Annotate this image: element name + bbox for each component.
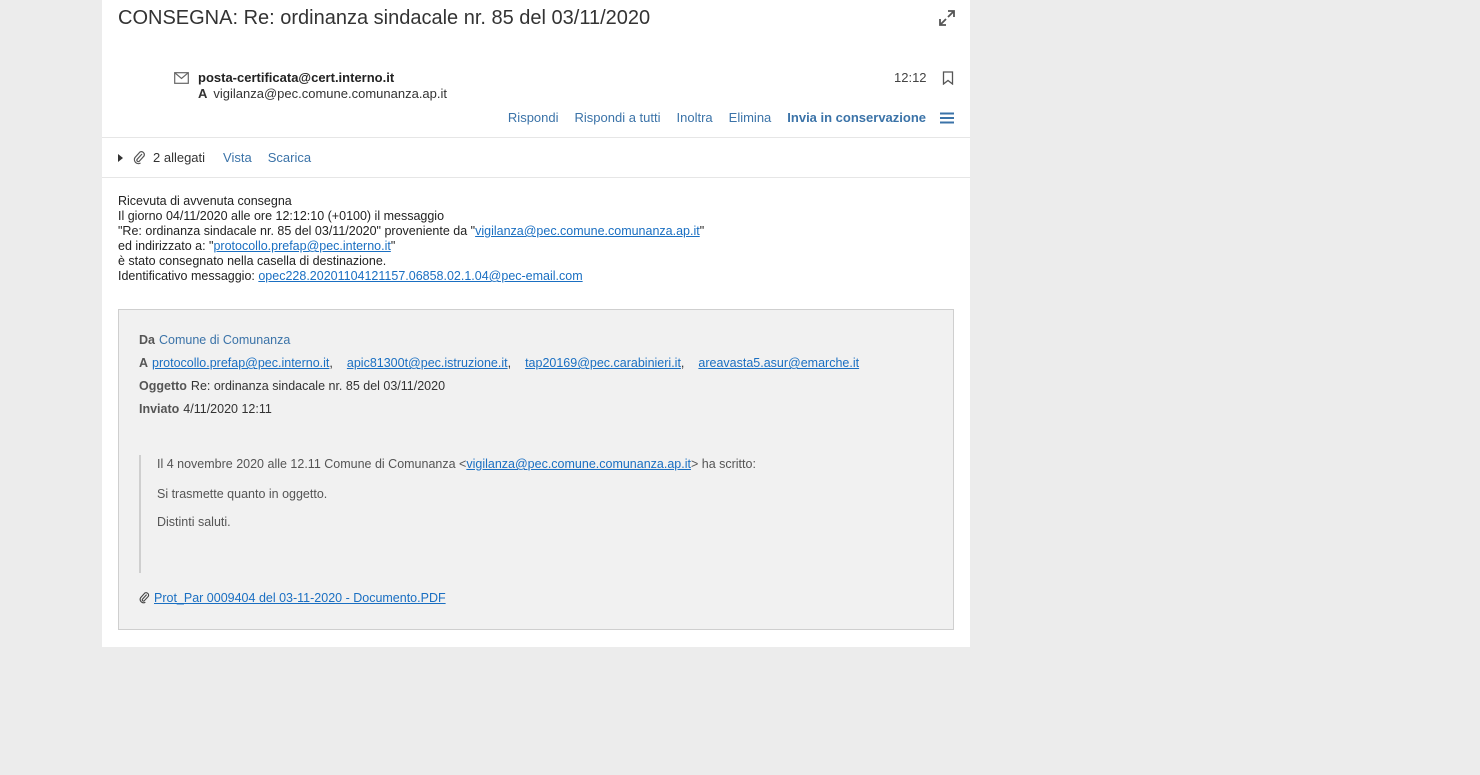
archive-button[interactable]: Invia in conservazione [787, 110, 926, 125]
recipient-email-link[interactable]: protocollo.prefap@pec.interno.it [213, 239, 390, 253]
receipt-line: Identificativo messaggio: opec228.202011… [118, 269, 583, 283]
original-sent-date: 4/11/2020 12:11 [183, 402, 272, 416]
original-from-name[interactable]: Comune di Comunanza [159, 333, 290, 347]
recipient-link[interactable]: tap20169@pec.carabinieri.it [525, 356, 681, 370]
paperclip-icon [133, 150, 145, 164]
original-from-row: Da Comune di Comunanza [139, 333, 291, 347]
to-address[interactable]: vigilanza@pec.comune.comunanza.ap.it [213, 86, 447, 101]
receipt-line: è stato consegnato nella casella di dest… [118, 254, 387, 268]
attachments-count[interactable]: 2 allegati [153, 150, 205, 165]
delivery-receipt-text: Ricevuta di avvenuta consegna Il giorno … [118, 194, 704, 284]
envelope-icon [174, 72, 189, 84]
reply-all-button[interactable]: Rispondi a tutti [575, 110, 661, 125]
original-message-box: Da Comune di Comunanza Aprotocollo.prefap… [118, 309, 954, 630]
recipient-link[interactable]: apic81300t@pec.istruzione.it [347, 356, 508, 370]
forward-button[interactable]: Inoltra [677, 110, 713, 125]
view-attachments-link[interactable]: Vista [223, 150, 252, 165]
expand-icon[interactable] [938, 9, 956, 27]
to-line: Avigilanza@pec.comune.comunanza.ap.it [198, 86, 447, 101]
bookmark-icon[interactable] [942, 71, 954, 85]
divider [102, 177, 970, 178]
hamburger-menu-icon[interactable] [940, 112, 954, 124]
to-label: A [198, 86, 208, 101]
recipient-link[interactable]: areavasta5.asur@emarche.it [698, 356, 859, 370]
quoted-sender-link[interactable]: vigilanza@pec.comune.comunanza.ap.it [466, 457, 691, 471]
message-id-link[interactable]: opec228.20201104121157.06858.02.1.04@pec… [258, 269, 582, 283]
message-subject: CONSEGNA: Re: ordinanza sindacale nr. 85… [118, 7, 651, 29]
message-panel: CONSEGNA: Re: ordinanza sindacale nr. 85… [102, 0, 970, 647]
message-actions: Rispondi Rispondi a tutti Inoltra Elimin… [492, 110, 954, 125]
inline-attachment: Prot_Par 0009404 del 03-11-2020 - Docume… [139, 591, 446, 605]
original-subject: Re: ordinanza sindacale nr. 85 del 03/11… [190, 379, 446, 393]
reply-button[interactable]: Rispondi [508, 110, 559, 125]
receipt-line: ed indirizzato a: "protocollo.prefap@pec… [118, 239, 396, 253]
original-subject-row: Oggetto Re: ordinanza sindacale nr. 85 de… [139, 379, 446, 393]
message-time: 12:12 [894, 70, 927, 85]
original-to-row: Aprotocollo.prefap@pec.interno.it, apic81… [139, 356, 860, 370]
delete-button[interactable]: Elimina [729, 110, 772, 125]
attachments-bar: 2 allegati Vista Scarica [118, 150, 327, 165]
original-sent-row: Inviato 4/11/2020 12:11 [139, 402, 272, 416]
quoted-message: Il 4 novembre 2020 alle 12.11 Comune di … [139, 455, 919, 573]
sender-email-link[interactable]: vigilanza@pec.comune.comunanza.ap.it [475, 224, 700, 238]
download-attachments-link[interactable]: Scarica [268, 150, 311, 165]
paperclip-icon [139, 592, 150, 604]
receipt-line: Ricevuta di avvenuta consegna [118, 194, 292, 208]
recipient-link[interactable]: protocollo.prefap@pec.interno.it [152, 356, 329, 370]
expand-attachments-caret-icon[interactable] [118, 153, 123, 162]
from-address[interactable]: posta-certificata@cert.interno.it [198, 70, 394, 85]
quote-line: Si trasmette quanto in oggetto. [157, 487, 328, 501]
divider [102, 137, 970, 138]
quote-line: Distinti saluti. [157, 515, 231, 529]
receipt-line: "Re: ordinanza sindacale nr. 85 del 03/1… [118, 224, 705, 238]
receipt-line: Il giorno 04/11/2020 alle ore 12:12:10 (… [118, 209, 445, 223]
quote-intro: Il 4 novembre 2020 alle 12.11 Comune di … [157, 457, 756, 471]
attachment-link[interactable]: Prot_Par 0009404 del 03-11-2020 - Docume… [154, 591, 446, 605]
